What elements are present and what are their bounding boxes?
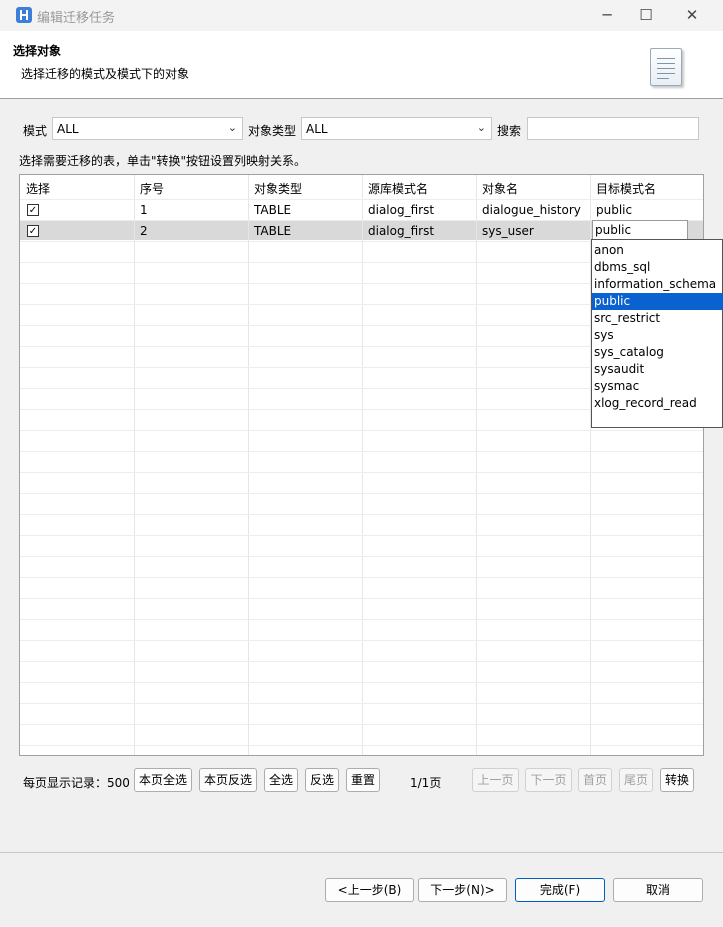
schema-label: 模式 [23, 124, 48, 138]
finish-button[interactable]: 完成(F) [515, 878, 605, 902]
search-input[interactable] [527, 117, 699, 140]
page-subtitle: 选择迁移的模式及模式下的对象 [21, 67, 190, 81]
instruction-text: 选择需要迁移的表，单击"转换"按钮设置列映射关系。 [19, 154, 307, 168]
footer-divider [0, 852, 723, 853]
column-header-target-schema[interactable]: 目标模式名 [596, 180, 656, 197]
column-header-object-name[interactable]: 对象名 [482, 180, 518, 197]
next-page-button[interactable]: 下一页 [525, 768, 572, 792]
object-type-label: 对象类型 [248, 124, 297, 138]
target-schema-dropdown: anon dbms_sql information_schema public … [591, 239, 723, 428]
row-object-name: sys_user [482, 224, 534, 238]
row-checkbox[interactable]: ✓ [27, 204, 39, 216]
search-label: 搜索 [497, 124, 522, 138]
dropdown-option[interactable]: information_schema [592, 276, 723, 293]
close-button[interactable]: ✕ [669, 0, 715, 31]
row-object-type: TABLE [254, 203, 292, 217]
target-schema-editor-value: public [595, 223, 632, 237]
invert-page-button[interactable]: 本页反选 [199, 768, 257, 792]
row-index: 2 [140, 224, 148, 238]
dropdown-option[interactable]: sysmac [592, 378, 723, 395]
next-button[interactable]: 下一步(N)> [418, 878, 507, 902]
target-schema-editor[interactable]: public [592, 220, 688, 240]
window-title: 编辑迁移任务 [37, 11, 116, 26]
column-header-source-schema[interactable]: 源库模式名 [368, 180, 428, 197]
prev-page-button[interactable]: 上一页 [472, 768, 519, 792]
page-title: 选择对象 [13, 44, 62, 58]
object-type-select[interactable]: ALL ⌄ [301, 117, 492, 140]
convert-button[interactable]: 转换 [660, 768, 694, 792]
column-header-index[interactable]: 序号 [140, 180, 164, 197]
back-button[interactable]: <上一步(B) [325, 878, 414, 902]
schema-select-value: ALL [57, 122, 79, 136]
dropdown-option[interactable]: xlog_record_read [592, 395, 723, 412]
title-bar: 编辑迁移任务 ─ ☐ ✕ [0, 0, 723, 31]
row-object-type: TABLE [254, 224, 292, 238]
last-page-button[interactable]: 尾页 [619, 768, 653, 792]
object-type-select-value: ALL [306, 122, 328, 136]
dropdown-option[interactable]: sys [592, 327, 723, 344]
records-per-page-label: 每页显示记录：500 [23, 776, 130, 790]
dropdown-option[interactable]: dbms_sql [592, 259, 723, 276]
dropdown-option-selected[interactable]: public [592, 293, 723, 310]
reset-button[interactable]: 重置 [346, 768, 380, 792]
column-header-select[interactable]: 选择 [26, 180, 50, 197]
chevron-down-icon: ⌄ [476, 121, 486, 134]
app-logo-icon [16, 7, 32, 23]
row-object-name: dialogue_history [482, 203, 581, 217]
wizard-header: 选择对象 选择迁移的模式及模式下的对象 [0, 31, 723, 99]
dropdown-option[interactable]: sysaudit [592, 361, 723, 378]
select-page-button[interactable]: 本页全选 [134, 768, 192, 792]
dropdown-option[interactable]: src_restrict [592, 310, 723, 327]
chevron-down-icon: ⌄ [227, 121, 237, 134]
dropdown-option[interactable]: sys_catalog [592, 344, 723, 361]
row-source-schema: dialog_first [368, 224, 435, 238]
column-header-object-type[interactable]: 对象类型 [254, 180, 302, 197]
cancel-button[interactable]: 取消 [613, 878, 703, 902]
dropdown-option[interactable]: anon [592, 242, 723, 259]
select-all-button[interactable]: 全选 [264, 768, 298, 792]
schema-select[interactable]: ALL ⌄ [52, 117, 243, 140]
invert-all-button[interactable]: 反选 [305, 768, 339, 792]
document-icon [650, 48, 682, 86]
maximize-button[interactable]: ☐ [623, 0, 669, 31]
row-target-schema[interactable]: public [596, 203, 632, 217]
row-source-schema: dialog_first [368, 203, 435, 217]
row-index: 1 [140, 203, 148, 217]
page-info: 1/1页 [410, 776, 442, 790]
row-checkbox[interactable]: ✓ [27, 225, 39, 237]
first-page-button[interactable]: 首页 [578, 768, 612, 792]
